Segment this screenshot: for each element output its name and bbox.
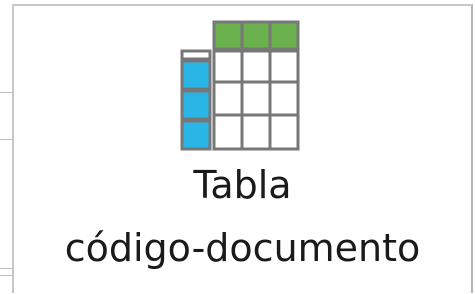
divider [0,268,12,269]
table-icon [180,20,300,151]
button-label-line1: Tabla [193,163,292,207]
divider [0,275,12,276]
button-label-line2: código-documento [64,226,421,270]
adjacent-panel-edge [0,0,12,294]
table-code-document-button[interactable]: Tabla código-documento [12,4,473,293]
divider [0,139,12,140]
divider [0,92,12,93]
